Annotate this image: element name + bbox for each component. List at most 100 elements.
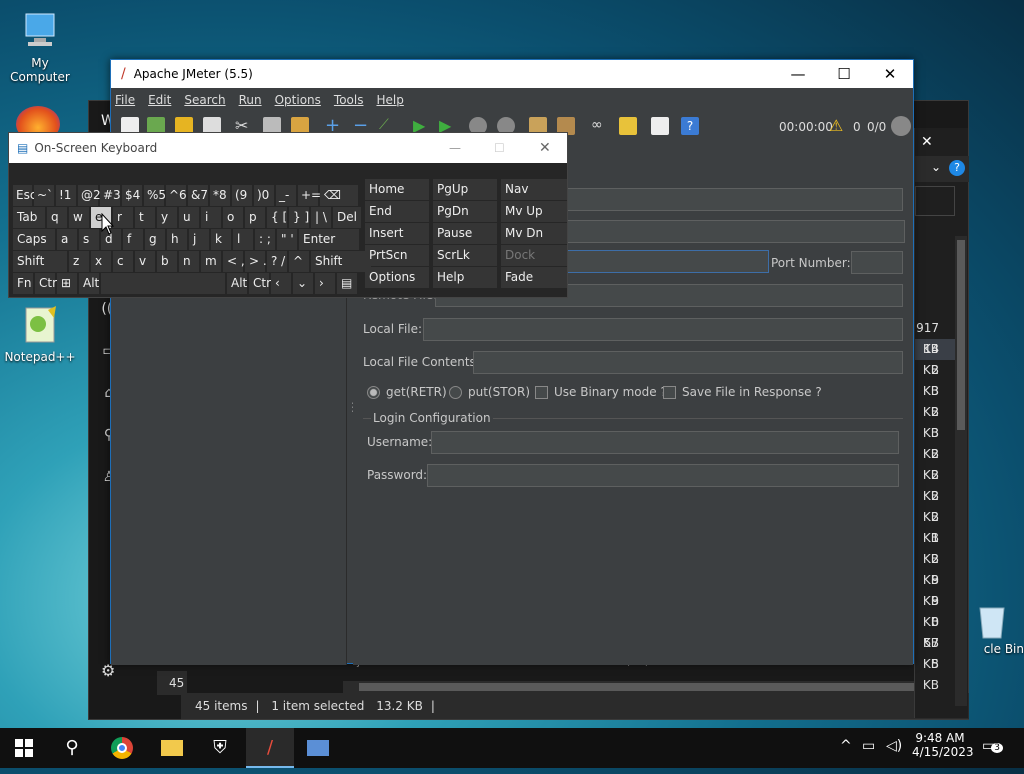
osk-key-i[interactable]: i <box>201 207 221 228</box>
osk-key-mv-dn[interactable]: Mv Dn <box>501 223 567 244</box>
osk-key-8[interactable]: *8 <box>210 185 230 206</box>
file-size-cell[interactable]: 1 KB <box>915 528 955 566</box>
keyboard-taskbar-icon[interactable] <box>294 728 342 768</box>
osk-key-del[interactable]: Del <box>333 207 361 228</box>
osk-key-ctrl[interactable]: Ctrl <box>249 273 274 294</box>
binary-mode-checkbox[interactable]: Use Binary mode ? <box>535 385 667 399</box>
osk-key-6[interactable]: ^6 <box>166 185 187 206</box>
osk-key-pause[interactable]: Pause <box>433 223 497 244</box>
notifications-icon[interactable]: ▭3 <box>982 738 1003 754</box>
desktop-icon-notepadpp[interactable]: Notepad++ <box>0 304 80 364</box>
osk-key-pgdn[interactable]: PgDn <box>433 201 497 222</box>
osk-key-home[interactable]: Home <box>365 179 429 200</box>
osk-key-9[interactable]: (9 <box>232 185 252 206</box>
osk-key-esc[interactable]: Esc <box>13 185 36 206</box>
file-size-cell[interactable]: 2 KB <box>915 444 955 482</box>
osk-key-t[interactable]: t <box>135 207 155 228</box>
osk-key-p[interactable]: p <box>245 207 265 228</box>
server-field[interactable] <box>565 188 903 211</box>
save-response-checkbox[interactable]: Save File in Response ? <box>663 385 822 399</box>
name-field[interactable] <box>565 220 905 243</box>
osk-key-w[interactable]: w <box>69 207 89 228</box>
arrow-right-icon[interactable]: › <box>315 273 335 294</box>
menu-file[interactable]: File <box>115 93 135 107</box>
file-size-cell[interactable]: 2 KB <box>915 507 955 545</box>
osk-key-enter[interactable]: Enter <box>299 229 359 250</box>
osk-key-z[interactable]: z <box>69 251 89 272</box>
osk-key-fade[interactable]: Fade <box>501 267 567 288</box>
osk-key-[interactable]: _- <box>276 185 296 206</box>
osk-key-alt[interactable]: Alt <box>227 273 247 294</box>
osk-key-o[interactable]: o <box>223 207 243 228</box>
osk-key-c[interactable]: c <box>113 251 133 272</box>
file-size-cell[interactable]: 14 KB <box>915 339 955 377</box>
port-number-field[interactable] <box>851 251 903 274</box>
menu-search[interactable]: Search <box>184 93 225 107</box>
file-size-cell[interactable]: 57 KB <box>915 633 955 671</box>
file-size-cell[interactable]: 2 KB <box>915 402 955 440</box>
osk-key-q[interactable]: q <box>47 207 67 228</box>
file-size-cell[interactable]: 2 KB <box>915 360 955 398</box>
function-helper-icon[interactable] <box>651 117 669 135</box>
osk-key-7[interactable]: &7 <box>188 185 208 206</box>
file-size-cell[interactable]: 2 KB <box>915 465 955 503</box>
put-radio[interactable]: put(STOR) <box>449 385 530 399</box>
osk-key-r[interactable]: r <box>113 207 133 228</box>
get-radio[interactable]: get(RETR) <box>367 385 447 399</box>
osk-key-h[interactable]: h <box>167 229 187 250</box>
osk-key-s[interactable]: s <box>79 229 99 250</box>
help-icon[interactable]: ? <box>681 117 699 135</box>
osk-key-scrlk[interactable]: ScrLk <box>433 245 497 266</box>
osk-key-a[interactable]: a <box>57 229 77 250</box>
menu-edit[interactable]: Edit <box>148 93 171 107</box>
local-file-field[interactable] <box>423 318 903 341</box>
osk-key-4[interactable]: $4 <box>122 185 142 206</box>
start-button[interactable] <box>0 728 48 768</box>
close-icon[interactable]: ✕ <box>921 128 969 156</box>
file-size-cell[interactable]: 2 KB <box>915 549 955 587</box>
osk-key-x[interactable]: x <box>91 251 111 272</box>
username-field[interactable] <box>431 431 899 454</box>
osk-key-m[interactable]: m <box>201 251 221 272</box>
search-binoculars-icon[interactable]: ∞ <box>591 117 609 135</box>
osk-key-g[interactable]: g <box>145 229 165 250</box>
close-button[interactable]: ✕ <box>867 60 913 88</box>
osk-minimize-button[interactable]: — <box>449 141 461 155</box>
osk-key-help[interactable]: Help <box>433 267 497 288</box>
menu-options[interactable]: Options <box>275 93 321 107</box>
osk-key-2[interactable]: @2 <box>78 185 101 206</box>
osk-key-y[interactable]: y <box>157 207 177 228</box>
file-size-cell[interactable]: 5 KB <box>915 654 955 692</box>
osk-key-b[interactable]: b <box>157 251 177 272</box>
minimize-button[interactable]: — <box>775 60 821 88</box>
password-field[interactable] <box>427 464 899 487</box>
osk-key-end[interactable]: End <box>365 201 429 222</box>
osk-key-[interactable]: " ' <box>277 229 297 250</box>
osk-key-[interactable]: { [ <box>267 207 287 228</box>
menu-key-icon[interactable]: ▤ <box>337 273 357 294</box>
security-shield-icon[interactable]: ⛨ <box>196 728 244 768</box>
desktop-icon-my-computer[interactable]: My Computer <box>0 10 80 84</box>
osk-key-[interactable]: } ] <box>289 207 309 228</box>
osk-key-[interactable]: ? / <box>267 251 287 272</box>
osk-key-5[interactable]: %5 <box>144 185 166 206</box>
osk-key-nav[interactable]: Nav <box>501 179 567 200</box>
file-size-cell[interactable]: 917 KB <box>915 318 955 356</box>
osk-key-n[interactable]: n <box>179 251 199 272</box>
osk-key-ctrl[interactable]: Ctrl <box>35 273 60 294</box>
osk-key-[interactable]: > . <box>245 251 267 272</box>
osk-key-1[interactable]: !1 <box>56 185 76 206</box>
osk-key-v[interactable]: v <box>135 251 155 272</box>
search-icon[interactable]: ⚲ <box>48 728 96 768</box>
osk-key-options[interactable]: Options <box>365 267 429 288</box>
menu-help[interactable]: Help <box>376 93 403 107</box>
osk-key-[interactable]: | \ <box>311 207 331 228</box>
search-box[interactable] <box>915 186 955 216</box>
arrow-left-icon[interactable]: ‹ <box>271 273 291 294</box>
help-icon[interactable]: ? <box>949 160 965 176</box>
chrome-icon[interactable] <box>98 728 146 768</box>
osk-key-[interactable]: ~` <box>34 185 54 206</box>
vertical-scrollbar[interactable] <box>955 236 967 706</box>
osk-key-[interactable]: : ; <box>255 229 275 250</box>
warning-icon[interactable]: ⚠ <box>829 116 843 135</box>
